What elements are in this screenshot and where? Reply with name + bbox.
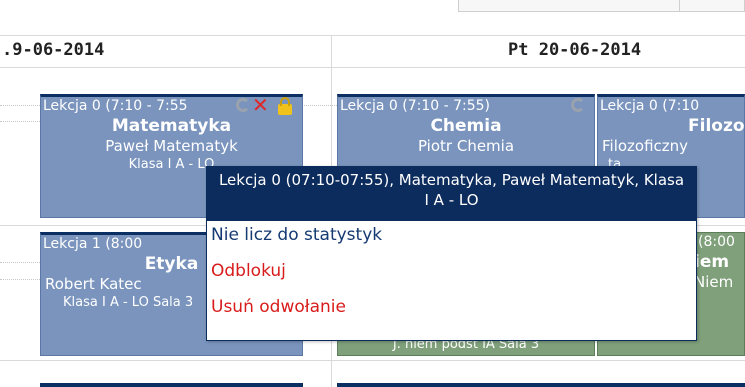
grid-line <box>0 35 745 36</box>
lesson-class: Klasa I A - LO <box>63 295 149 310</box>
row-guide <box>0 279 40 280</box>
lesson-teacher: Paweł Matematyk <box>105 137 238 155</box>
lesson-subject: Matematyka <box>111 116 232 136</box>
day-header-left: .9-06-2014 <box>2 40 105 60</box>
menu-item-remove-cancellation[interactable]: Usuń odwołanie <box>207 293 696 329</box>
menu-item-exclude-from-stats[interactable]: Nie licz do statystyk <box>207 221 696 257</box>
lesson-card-edge <box>40 383 303 387</box>
day-header-right: Pt 20-06-2014 <box>508 40 642 60</box>
grid-line <box>0 67 745 68</box>
lesson-teacher: Filozoficzny <box>602 137 689 155</box>
lesson-card-edge <box>337 383 745 387</box>
lesson-teacher: Piotr Chemia <box>417 137 515 155</box>
grid-line <box>0 360 745 361</box>
row-guide <box>0 105 40 106</box>
menu-item-unlock[interactable]: Odblokuj <box>207 257 696 293</box>
lesson-subject: Chemia <box>430 116 502 136</box>
delete-icon[interactable]: ✕ <box>252 95 269 115</box>
lesson-context-menu: Lekcja 0 (07:10-07:55), Matematyka, Pawe… <box>206 166 697 341</box>
row-guide <box>0 262 40 263</box>
refresh-icon[interactable] <box>571 98 585 112</box>
row-guide <box>0 121 40 122</box>
context-menu-title: Lekcja 0 (07:10-07:55), Matematyka, Pawe… <box>207 167 696 221</box>
refresh-icon[interactable] <box>236 98 250 112</box>
lock-icon[interactable] <box>278 97 292 115</box>
lesson-time: Lekcja 0 (7:10 <box>600 98 700 114</box>
row-guide <box>300 105 337 106</box>
lesson-time: Lekcja 0 (7:10 - 7:55) <box>340 98 491 114</box>
top-toolbar-fragment <box>458 0 745 12</box>
lesson-room: Sala 3 <box>152 295 194 310</box>
lesson-subject: Filozo <box>688 116 744 136</box>
